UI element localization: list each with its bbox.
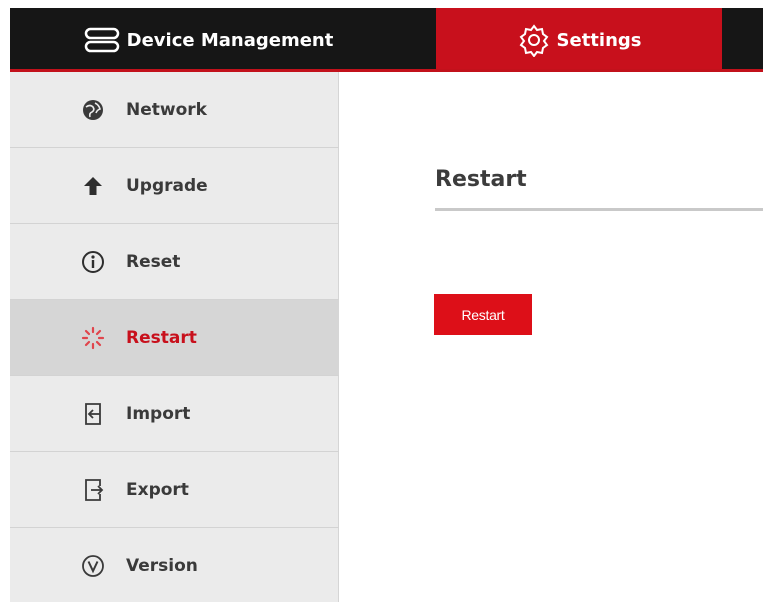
page-title: Restart xyxy=(435,167,527,192)
restart-panel: Restart Restart xyxy=(340,72,763,602)
sidebar-item-restart[interactable]: Restart xyxy=(10,300,339,376)
version-circle-icon xyxy=(80,553,106,579)
arrow-up-icon xyxy=(80,173,106,199)
sidebar-item-export[interactable]: Export xyxy=(10,452,339,528)
tab-device-management-label: Device Management xyxy=(126,29,334,51)
sidebar-item-label: Upgrade xyxy=(126,175,208,196)
sidebar-item-label: Network xyxy=(126,99,207,120)
sidebar-item-version[interactable]: Version xyxy=(10,528,339,602)
network-globe-icon xyxy=(80,97,106,123)
tab-device-management[interactable]: Device Management xyxy=(10,8,436,72)
sidebar-item-label: Version xyxy=(126,556,198,576)
app-window: Device Management Settings Network Upgra… xyxy=(0,0,763,602)
tab-settings-label: Settings xyxy=(556,29,642,51)
info-circle-icon xyxy=(80,249,106,275)
spinner-icon xyxy=(80,325,106,351)
sidebar-item-label: Export xyxy=(126,479,189,500)
export-icon xyxy=(80,477,106,503)
sidebar-item-label: Reset xyxy=(126,251,181,272)
settings-sidebar: Network Upgrade Reset Restart Import Exp… xyxy=(10,72,339,602)
gear-icon xyxy=(517,23,551,57)
sidebar-item-upgrade[interactable]: Upgrade xyxy=(10,148,339,224)
sidebar-item-label: Import xyxy=(126,403,191,424)
tab-settings[interactable]: Settings xyxy=(436,8,722,72)
restart-button[interactable]: Restart xyxy=(434,294,532,335)
sidebar-item-label: Restart xyxy=(126,327,197,348)
import-icon xyxy=(80,401,106,427)
sidebar-item-reset[interactable]: Reset xyxy=(10,224,339,300)
title-divider xyxy=(435,208,763,211)
sidebar-item-import[interactable]: Import xyxy=(10,376,339,452)
top-nav-bar: Device Management Settings xyxy=(10,8,763,72)
device-stack-icon xyxy=(83,26,121,54)
sidebar-item-network[interactable]: Network xyxy=(10,72,339,148)
